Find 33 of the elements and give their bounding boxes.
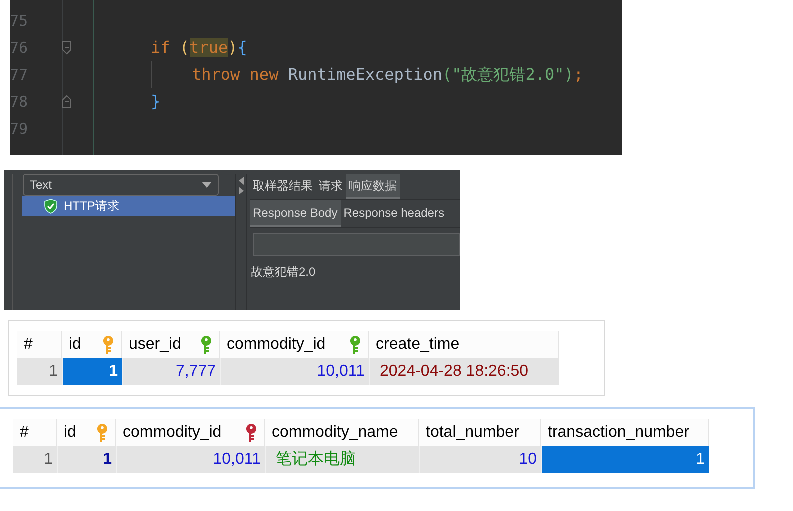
code-line: throw new RuntimeException("故意犯错2.0");	[192, 64, 584, 86]
row-number[interactable]: 1	[17, 358, 62, 385]
table-cell[interactable]: 2024-04-28 18:26:50	[369, 358, 559, 385]
table-cell[interactable]: 1	[541, 446, 709, 473]
table-cell[interactable]: 笔记本电脑	[265, 446, 419, 473]
table-cell[interactable]: 10	[419, 446, 541, 473]
table-cell[interactable]: 1	[57, 446, 116, 473]
line-number: 79	[10, 120, 30, 138]
caret-icon	[202, 182, 212, 188]
tree-item[interactable]: HTTP请求	[22, 196, 235, 216]
tab[interactable]: 请求	[316, 174, 346, 199]
code-line: }	[151, 91, 161, 113]
line-number: 75	[10, 12, 30, 30]
fold-icon[interactable]	[62, 94, 72, 108]
table-cell[interactable]: 10,011	[220, 358, 369, 385]
table-cell[interactable]: 1	[62, 358, 122, 385]
row-number[interactable]: 1	[13, 446, 57, 473]
table-cell[interactable]: 7,777	[122, 358, 220, 385]
search-field[interactable]	[253, 233, 460, 256]
tab[interactable]: Response headers	[340, 200, 448, 227]
tab[interactable]: Response Body	[250, 200, 341, 227]
line-number: 77	[10, 66, 30, 84]
collapse-arrows-icon	[238, 176, 244, 196]
view-dropdown[interactable]: Text	[23, 174, 219, 196]
response-text: 故意犯错2.0	[251, 264, 317, 281]
shield-check-icon	[44, 198, 58, 214]
table-cell[interactable]: 10,011	[116, 446, 265, 473]
line-number: 76	[10, 38, 30, 56]
line-number: 78	[10, 92, 30, 110]
tab[interactable]: 取样器结果	[250, 174, 316, 199]
tab[interactable]: 响应数据	[346, 174, 400, 199]
code-line: if (true){	[151, 37, 248, 59]
fold-icon[interactable]	[62, 40, 72, 54]
